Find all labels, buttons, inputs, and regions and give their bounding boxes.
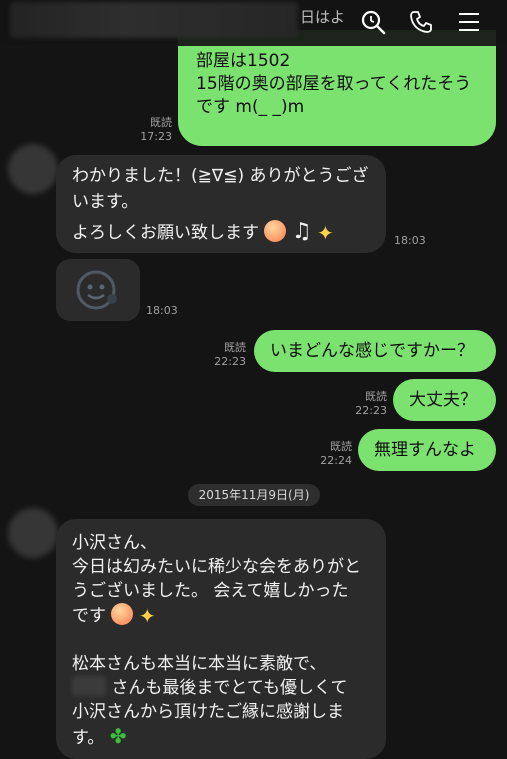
message-text-line: 小沢さん、	[72, 533, 157, 553]
received-message-bubble[interactable]: わかりました！(≧∇≦) ありがとうござ います。 よろしくお願い致します ♫ …	[56, 155, 386, 253]
message-text: 無理すんなよ	[374, 440, 476, 460]
message-text-line: 部屋は1502	[196, 51, 291, 71]
header-message-snippet: 日はよ	[300, 8, 346, 26]
read-receipt: 既読	[365, 390, 387, 403]
read-receipt: 既読	[330, 440, 352, 453]
message-time: 22:23	[214, 355, 246, 368]
message-meta: 既読 22:23	[210, 341, 246, 369]
message-text-line: 小沢さんから頂けたご縁に感謝しま	[72, 702, 344, 722]
message-time: 18:03	[146, 304, 178, 317]
message-text-line: うございました。 会えて嬉しかった	[72, 581, 349, 601]
contact-avatar[interactable]	[8, 144, 58, 194]
message-text-line: います。	[72, 192, 139, 212]
message-time: 22:24	[320, 454, 352, 467]
redacted-name	[72, 676, 106, 696]
search-icon[interactable]	[360, 9, 386, 35]
message-text: いまどんな感じですかー？	[270, 341, 474, 361]
smiling-face-emoji-icon	[264, 220, 287, 242]
message-text-line: わかりました！(≧∇≦) ありがとうござ	[72, 166, 369, 186]
message-text-line: 松本さんも本当に本当に素敵で、	[72, 654, 327, 674]
sent-message-bubble[interactable]: いまどんな感じですかー？	[254, 330, 496, 372]
message-text-line: よろしくお願い致します	[72, 223, 259, 243]
message-meta: 既読 22:24	[316, 440, 352, 468]
contact-name-blurred	[10, 2, 298, 38]
date-separator: 2015年11月9日(月)	[188, 484, 320, 506]
chat-header: 日はよ	[0, 0, 507, 46]
received-message-bubble[interactable]: 小沢さん、 今日は幻みたいに稀少な会をありがと うございました。 会えて嬉しかっ…	[56, 519, 386, 759]
message-text-line: す。	[72, 728, 105, 748]
music-notes-icon: ♫	[291, 219, 312, 244]
message-text-line: 今日は幻みたいに稀少な会をありがと	[72, 557, 361, 577]
read-receipt: 既読	[224, 341, 246, 354]
sparkles-icon: ✦	[138, 604, 156, 628]
sticker-face-icon	[76, 270, 117, 310]
four-leaf-clover-icon: ✤	[109, 724, 127, 748]
sent-message-bubble[interactable]: 無理すんなよ	[358, 429, 496, 471]
message-meta: 既読 17:23	[138, 116, 172, 144]
message-time: 22:23	[355, 404, 387, 417]
message-text-line: です m(_ _)m	[196, 97, 305, 117]
message-text: 大丈夫？	[409, 390, 477, 410]
menu-icon[interactable]	[456, 9, 482, 35]
sent-message-bubble[interactable]: 部屋は1502 15階の奥の部屋を取ってくれたそう です m(_ _)m	[178, 30, 496, 146]
message-text-line: です	[72, 606, 106, 626]
smiling-face-emoji-icon	[111, 603, 134, 625]
received-sticker[interactable]	[56, 259, 140, 321]
sparkles-icon: ✦	[316, 221, 334, 245]
phone-icon[interactable]	[408, 9, 434, 35]
message-meta: 既読 22:23	[351, 390, 387, 418]
message-time: 17:23	[140, 130, 172, 143]
sent-message-bubble[interactable]: 大丈夫？	[393, 379, 496, 421]
message-text-line: 15階の奥の部屋を取ってくれたそう	[196, 74, 472, 94]
message-text-line: さんも最後までとても優しくて	[111, 678, 348, 698]
read-receipt: 既読	[150, 116, 172, 129]
message-time: 18:03	[394, 234, 426, 247]
contact-avatar[interactable]	[8, 508, 58, 558]
